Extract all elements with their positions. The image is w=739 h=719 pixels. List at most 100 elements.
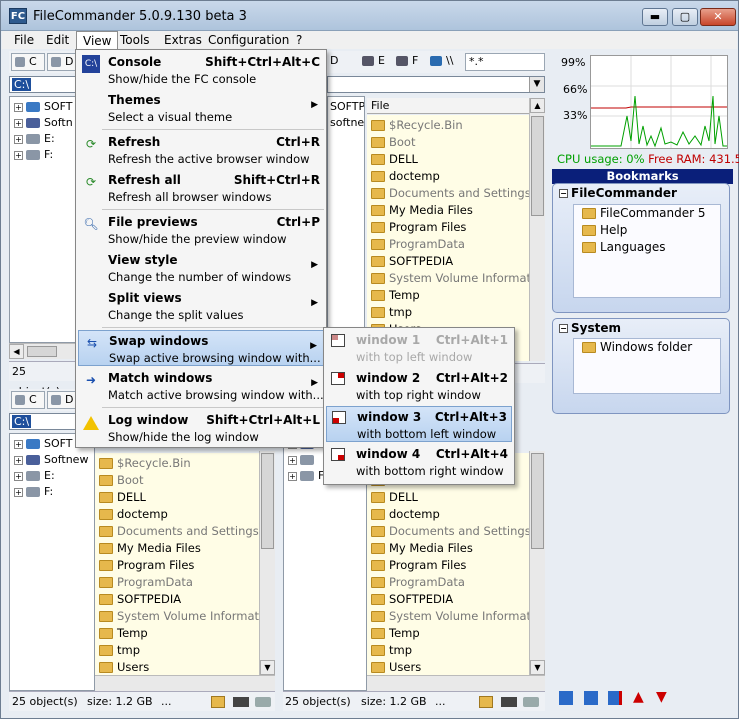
minimize-button[interactable]: ▬ bbox=[642, 8, 668, 26]
drive-f-button[interactable]: F bbox=[393, 53, 423, 71]
tree-item[interactable]: SOFTP bbox=[330, 99, 364, 115]
memory-icon[interactable] bbox=[233, 697, 249, 707]
tree-item[interactable]: + SOFT bbox=[14, 99, 73, 115]
root-button[interactable]: \\ bbox=[427, 53, 463, 71]
tree-pane-bottom-left[interactable]: + SOFT + Softnew + E: + F: bbox=[9, 433, 95, 691]
tree-item[interactable]: + Softn bbox=[14, 115, 73, 131]
list-item[interactable]: Documents and Settings bbox=[95, 523, 259, 540]
list-item[interactable]: My Media Files bbox=[367, 202, 473, 219]
hscroll-bottom-right[interactable] bbox=[367, 675, 545, 691]
scroll-down-button[interactable]: ▼ bbox=[260, 660, 275, 675]
list-item[interactable]: SOFTPEDIA bbox=[95, 591, 181, 608]
list-item[interactable]: DELL bbox=[367, 489, 418, 506]
list-item[interactable]: ProgramData bbox=[367, 236, 465, 253]
list-item[interactable]: Documents and Settings bbox=[367, 523, 529, 540]
close-button[interactable]: ✕ bbox=[700, 8, 736, 26]
list-item[interactable]: ProgramData bbox=[367, 574, 465, 591]
filter-input[interactable]: *.* bbox=[465, 53, 545, 71]
tree-pane-top-right[interactable]: SOFTP softnev bbox=[327, 96, 365, 361]
drive-c-button[interactable]: C bbox=[11, 53, 45, 71]
scroll-down-button[interactable]: ▼ bbox=[530, 660, 545, 675]
list-item[interactable]: Boot bbox=[95, 472, 143, 489]
bookmark-item[interactable]: FileCommander 5 bbox=[578, 205, 706, 222]
tree-item[interactable]: softnev bbox=[330, 115, 364, 131]
tree-item[interactable]: + E: bbox=[14, 468, 55, 484]
submenu-item-window-1[interactable]: window 1 Ctrl+Alt+1 with top left window bbox=[326, 330, 512, 366]
menu-item-themes[interactable]: Themes ▶ Select a visual theme bbox=[78, 90, 324, 126]
delete-bookmark-icon[interactable] bbox=[608, 691, 622, 705]
menu-file[interactable]: File bbox=[8, 31, 40, 49]
list-item[interactable]: Users bbox=[95, 659, 149, 675]
scroll-up-button[interactable]: ▲ bbox=[530, 98, 545, 113]
list-item[interactable]: Program Files bbox=[367, 219, 466, 236]
submenu-item-window-4[interactable]: window 4 Ctrl+Alt+4 with bottom right wind… bbox=[326, 444, 512, 480]
edit-bookmark-icon[interactable] bbox=[584, 691, 598, 705]
submenu-item-window-2[interactable]: window 2 Ctrl+Alt+2 with top right window bbox=[326, 368, 512, 404]
bookmark-group-header[interactable]: − System bbox=[559, 321, 621, 335]
hscroll-bottom-left[interactable] bbox=[95, 675, 275, 691]
scroll-thumb[interactable] bbox=[27, 346, 57, 357]
bookmark-group-filecommander[interactable]: − FileCommander FileCommander 5 Help Lang… bbox=[552, 183, 730, 313]
bookmark-group-header[interactable]: − FileCommander bbox=[559, 186, 677, 200]
vscroll-bottom-left[interactable]: ▼ bbox=[259, 451, 275, 675]
list-item[interactable]: SOFTPEDIA bbox=[367, 591, 453, 608]
scroll-thumb[interactable] bbox=[531, 453, 544, 549]
path-dropdown-arrow[interactable]: ▼ bbox=[529, 77, 544, 92]
file-list-bottom-right[interactable]: $Recycle.BinBootDELLdoctempDocuments and… bbox=[367, 453, 529, 675]
menu-item-console[interactable]: C:\ Console Shift+Ctrl+Alt+C Show/hide the… bbox=[78, 52, 324, 88]
hscroll-top-left[interactable]: ◀ bbox=[9, 343, 77, 359]
tree-item[interactable]: + SOFT bbox=[14, 436, 73, 452]
menu-item-swap-windows[interactable]: ⇆ Swap windows ▶ Swap active browsing wind… bbox=[78, 330, 324, 366]
menu-view[interactable]: View bbox=[76, 31, 119, 51]
list-item[interactable]: Temp bbox=[367, 287, 420, 304]
tree-item[interactable]: + bbox=[288, 452, 318, 468]
tree-item[interactable]: +F: bbox=[14, 147, 53, 163]
file-list-bottom-left[interactable]: $Recycle.Bin Boot DELL doctemp Documents and… bbox=[95, 453, 259, 675]
tree-item[interactable]: + Softnew bbox=[14, 452, 88, 468]
path-bar-top-left[interactable]: C:\ bbox=[9, 76, 77, 93]
menu-item-log-window[interactable]: Log window Shift+Ctrl+Alt+L Show/hide the … bbox=[78, 410, 324, 446]
menu-edit[interactable]: Edit bbox=[40, 31, 75, 49]
list-item[interactable]: $Recycle.Bin bbox=[95, 455, 191, 472]
list-item[interactable]: tmp bbox=[367, 642, 412, 659]
list-item[interactable]: System Volume Information bbox=[367, 608, 529, 625]
scroll-thumb[interactable] bbox=[531, 116, 544, 216]
list-item[interactable]: Temp bbox=[95, 625, 148, 642]
menu-help[interactable]: ? bbox=[290, 31, 308, 49]
list-item[interactable]: doctemp bbox=[367, 506, 440, 523]
menu-configuration[interactable]: Configuration bbox=[202, 31, 295, 49]
bookmark-item[interactable]: Languages bbox=[578, 239, 665, 256]
bookmark-item[interactable]: Help bbox=[578, 222, 627, 239]
path-bar-top-right[interactable]: ▼ bbox=[327, 76, 545, 93]
list-item[interactable]: Boot bbox=[367, 134, 415, 151]
list-item[interactable]: Program Files bbox=[95, 557, 194, 574]
list-item[interactable]: ProgramData bbox=[95, 574, 193, 591]
drive-c-button[interactable]: C bbox=[11, 391, 45, 409]
menu-item-match-windows[interactable]: ➜ Match windows ▶ Match active browsing wi… bbox=[78, 368, 324, 404]
move-up-icon[interactable]: ▲ bbox=[633, 689, 644, 705]
vscroll-top-right[interactable]: ▲ bbox=[529, 98, 545, 361]
path-bar-bottom-left[interactable]: C:\ bbox=[9, 413, 77, 430]
tree-item[interactable]: + E: bbox=[14, 131, 55, 147]
submenu-item-window-3[interactable]: window 3 Ctrl+Alt+3 with bottom left windo… bbox=[326, 406, 512, 442]
maximize-button[interactable]: ▢ bbox=[672, 8, 698, 26]
list-item[interactable]: SOFTPEDIA bbox=[367, 253, 453, 270]
drive-d-button[interactable]: D bbox=[327, 53, 355, 71]
menu-extras[interactable]: Extras bbox=[158, 31, 208, 49]
scroll-left-button[interactable]: ◀ bbox=[9, 344, 24, 359]
file-list-top-right[interactable]: $Recycle.Bin Boot DELL doctemp Documents and… bbox=[367, 115, 529, 361]
folder-up-icon[interactable] bbox=[479, 696, 493, 708]
drive-d-button[interactable]: D bbox=[47, 53, 77, 71]
move-down-icon[interactable]: ▼ bbox=[656, 689, 667, 705]
drive-d-button[interactable]: D bbox=[47, 391, 77, 409]
menu-item-file-previews[interactable]: 🔍︎ File previews Ctrl+P Show/hide the prev… bbox=[78, 212, 324, 248]
add-bookmark-icon[interactable] bbox=[559, 691, 573, 705]
list-item[interactable]: Program Files bbox=[367, 557, 466, 574]
title-bar[interactable]: FC FileCommander 5.0.9.130 beta 3 ▬ ▢ ✕ bbox=[1, 1, 738, 31]
list-item[interactable]: Users bbox=[367, 659, 421, 675]
list-item[interactable]: System Volume Information bbox=[95, 608, 259, 625]
list-item[interactable]: $Recycle.Bin bbox=[367, 117, 463, 134]
list-item[interactable]: tmp bbox=[95, 642, 140, 659]
list-item[interactable]: doctemp bbox=[367, 168, 440, 185]
menu-tools[interactable]: Tools bbox=[114, 31, 156, 49]
